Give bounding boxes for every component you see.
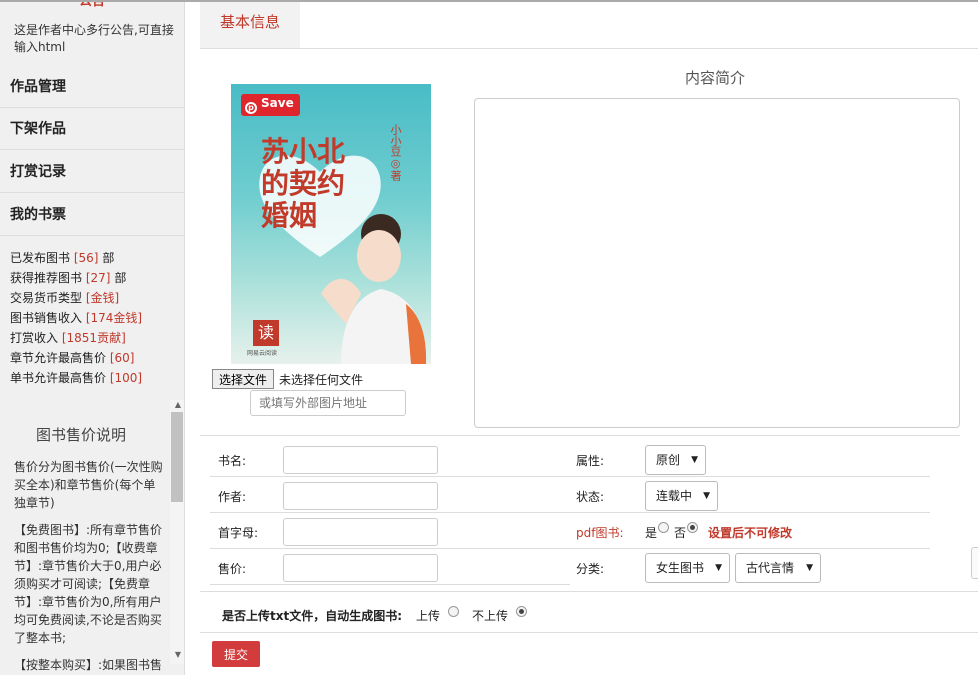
intro-textarea[interactable] bbox=[474, 98, 960, 428]
price-input[interactable] bbox=[283, 554, 438, 582]
stat-row: 获得推荐图书 [27] 部 bbox=[10, 271, 127, 285]
book-name-input[interactable] bbox=[283, 446, 438, 474]
menu-item-tips[interactable]: 打赏记录 bbox=[0, 151, 184, 193]
divider bbox=[200, 632, 978, 633]
stat-row: 交易货币类型 [金钱] bbox=[10, 291, 120, 305]
stat-row: 已发布图书 [56] 部 bbox=[10, 251, 115, 265]
scroll-down-icon[interactable]: ▼ bbox=[175, 650, 181, 659]
category-value: 女生图书 bbox=[656, 561, 705, 575]
submit-button[interactable]: 提交 bbox=[212, 641, 260, 667]
pinterest-icon: p bbox=[245, 102, 257, 114]
txt-upload-question: 是否上传txt文件，自动生成图书: bbox=[222, 609, 403, 623]
choose-file-button[interactable]: 选择文件 bbox=[212, 369, 275, 389]
scrollbar[interactable]: ▲ ▼ bbox=[170, 400, 184, 664]
subcategory-select[interactable]: 古代言情 ▼ bbox=[735, 553, 821, 583]
book-name-label: 书名: bbox=[218, 454, 247, 468]
price-explanation-title: 图书售价说明 bbox=[36, 426, 127, 444]
chevron-down-icon: ▼ bbox=[715, 563, 722, 573]
stat-row: 章节允许最高售价 [60] bbox=[10, 351, 135, 365]
author-label: 作者: bbox=[218, 490, 247, 504]
stat-row: 打赏收入 [1851贡献] bbox=[10, 331, 126, 345]
status-select[interactable]: 连载中 ▼ bbox=[645, 481, 718, 511]
divider bbox=[200, 435, 960, 436]
save-label: Save bbox=[261, 96, 294, 110]
price-explanation-panel: 图书售价说明 售价分为图书售价(一次性购买全本)和章节售价(每个单独章节) 【免… bbox=[0, 400, 184, 675]
attribute-select[interactable]: 原创 ▼ bbox=[645, 445, 706, 475]
category-select[interactable]: 女生图书 ▼ bbox=[645, 553, 730, 583]
author-input[interactable] bbox=[283, 482, 438, 510]
attribute-label: 属性: bbox=[576, 454, 605, 468]
menu-item-my-tickets[interactable]: 我的书票 bbox=[0, 194, 184, 236]
pdf-no-label: 否 bbox=[674, 526, 687, 540]
side-handle[interactable] bbox=[971, 547, 978, 579]
pdf-label: pdf图书: bbox=[576, 526, 624, 540]
publisher-name: 网易云阅读 bbox=[247, 350, 278, 357]
intro-label: 内容简介 bbox=[685, 69, 746, 87]
txt-upload-radio[interactable] bbox=[448, 606, 459, 617]
initial-label: 首字母: bbox=[218, 526, 259, 540]
txt-upload-label: 上传 bbox=[416, 609, 441, 623]
status-value: 连载中 bbox=[656, 489, 693, 503]
pinterest-save-button[interactable]: p Save bbox=[241, 94, 300, 116]
chevron-down-icon: ▼ bbox=[806, 563, 813, 573]
menu-item-removed-works[interactable]: 下架作品 bbox=[0, 108, 184, 150]
price-label: 售价: bbox=[218, 562, 247, 576]
chevron-down-icon: ▼ bbox=[703, 491, 710, 501]
stat-row: 单书允许最高售价 [100] bbox=[10, 371, 143, 385]
menu-item-works[interactable]: 作品管理 bbox=[0, 66, 184, 108]
category-label: 分类: bbox=[576, 562, 605, 576]
divider bbox=[210, 584, 570, 585]
price-paragraph: 【免费图书】:所有章节售价和图书售价均为0;【收费章节】:章节售价大于0,用户必… bbox=[14, 523, 163, 645]
book-cover-image: 苏小北的契约婚姻 小小豆◎著 读 网易云阅读 p Save bbox=[231, 84, 431, 364]
txt-no-upload-label: 不上传 bbox=[472, 609, 509, 623]
sidebar: 公告 这是作者中心多行公告,可直接输入html 作品管理 下架作品 打赏记录 我… bbox=[0, 2, 185, 675]
chevron-down-icon: ▼ bbox=[691, 455, 698, 465]
pdf-yes-label: 是 bbox=[645, 526, 658, 540]
price-paragraph: 【按整本购买】:如果图书售 bbox=[14, 658, 163, 672]
scrollbar-thumb[interactable] bbox=[171, 412, 183, 502]
external-image-url-input[interactable] bbox=[250, 390, 406, 416]
tab-basic-info[interactable]: 基本信息 bbox=[200, 2, 300, 48]
divider bbox=[210, 476, 930, 477]
publisher-logo: 读 bbox=[253, 320, 279, 346]
txt-no-upload-radio[interactable] bbox=[516, 606, 527, 617]
tab-bar: 基本信息 bbox=[200, 2, 978, 49]
scroll-up-icon[interactable]: ▲ bbox=[175, 400, 181, 409]
attribute-value: 原创 bbox=[656, 453, 681, 467]
pdf-warning: 设置后不可修改 bbox=[708, 526, 793, 540]
divider bbox=[210, 512, 930, 513]
price-explanation-text: 售价分为图书售价(一次性购买全本)和章节售价(每个单独章节) 【免费图书】:所有… bbox=[14, 458, 164, 675]
pdf-no-radio[interactable] bbox=[687, 522, 698, 533]
price-paragraph: 售价分为图书售价(一次性购买全本)和章节售价(每个单独章节) bbox=[14, 460, 163, 510]
initial-input[interactable] bbox=[283, 518, 438, 546]
cover-author: 小小豆◎著 bbox=[389, 124, 402, 181]
divider bbox=[200, 591, 978, 592]
author-stats: 已发布图书 [56] 部 获得推荐图书 [27] 部 交易货币类型 [金钱] 图… bbox=[10, 248, 142, 388]
subcategory-value: 古代言情 bbox=[746, 561, 795, 575]
file-status-text: 未选择任何文件 bbox=[279, 373, 364, 387]
status-label: 状态: bbox=[576, 490, 605, 504]
pdf-yes-radio[interactable] bbox=[658, 522, 669, 533]
divider bbox=[210, 548, 930, 549]
stat-row: 图书销售收入 [174金钱] bbox=[10, 311, 143, 325]
notice-title: 公告 bbox=[79, 2, 105, 9]
cover-illustration bbox=[321, 214, 427, 364]
notice-text: 这是作者中心多行公告,可直接输入html bbox=[14, 23, 174, 54]
